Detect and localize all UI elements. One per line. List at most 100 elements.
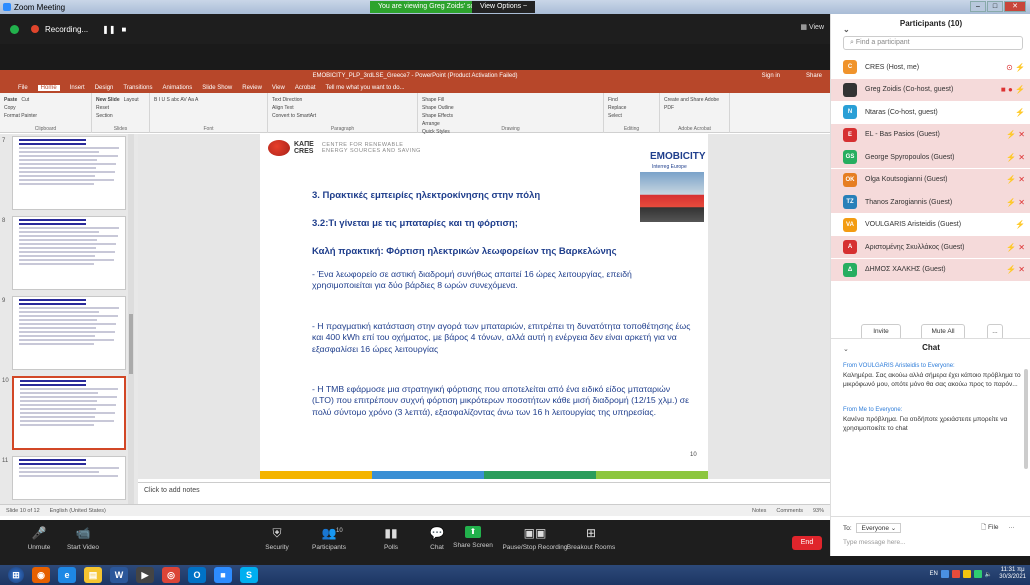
- share-link[interactable]: Share: [806, 70, 822, 82]
- slide-thumbnail[interactable]: [12, 456, 126, 500]
- language-indicator[interactable]: EN: [929, 571, 937, 577]
- ribbon-item[interactable]: Align Text: [272, 104, 413, 112]
- share-screen-button[interactable]: ⬆ Share Screen: [448, 526, 498, 549]
- unmute-button[interactable]: 🎤 Unmute: [14, 526, 64, 551]
- ppt-tab[interactable]: Acrobat: [295, 85, 316, 91]
- stop-icon[interactable]: ■: [122, 25, 127, 34]
- participant-row[interactable]: Δ ΔΗΜΟΣ ΧΑΛΚΗΣ (Guest) ⚡ ✕: [831, 258, 1030, 281]
- participant-status-icons[interactable]: ⚡ ✕: [1006, 153, 1025, 162]
- ppt-tab[interactable]: View: [272, 85, 285, 91]
- security-button[interactable]: ⛨ Security: [252, 526, 302, 551]
- view-options-button[interactable]: View Options ~: [472, 1, 536, 13]
- ppt-tab[interactable]: Tell me what you want to do...: [326, 85, 405, 91]
- ppt-tab[interactable]: File: [18, 85, 28, 91]
- polls-button[interactable]: ▮▮ Polls: [366, 526, 416, 551]
- close-icon[interactable]: ✕: [1004, 1, 1026, 12]
- word-icon[interactable]: W: [110, 567, 128, 583]
- end-meeting-button[interactable]: End: [792, 536, 822, 550]
- language-indicator[interactable]: English (United States): [50, 508, 106, 514]
- start-video-button[interactable]: 📹 Start Video: [58, 526, 108, 551]
- tray-icon[interactable]: [940, 570, 949, 578]
- ppt-tab[interactable]: Insert: [70, 85, 85, 91]
- firefox-icon[interactable]: ◉: [32, 567, 50, 583]
- more-icon[interactable]: ···: [1008, 524, 1015, 531]
- ribbon-item[interactable]: Convert to SmartArt: [272, 112, 413, 120]
- encryption-shield-icon[interactable]: [10, 24, 19, 34]
- tray-icon[interactable]: [973, 570, 982, 578]
- ribbon-item[interactable]: Reset: [96, 104, 145, 112]
- ribbon-big-button[interactable]: Paste: [4, 96, 17, 104]
- file-button[interactable]: 🗋 File ···: [981, 523, 1015, 534]
- ribbon-item[interactable]: Select: [608, 112, 655, 120]
- pause-stop-recording-button[interactable]: ▣▣ Pause/Stop Recording: [500, 526, 570, 551]
- breakout-rooms-button[interactable]: ⊞ Breakout Rooms: [566, 526, 616, 551]
- notes-pane[interactable]: Click to add notes: [138, 482, 830, 504]
- participant-row[interactable]: TZ Thanos Zarogiannis (Guest) ⚡ ✕: [831, 191, 1030, 213]
- ppt-tab[interactable]: Design: [95, 85, 114, 91]
- ribbon-item[interactable]: Text Direction: [272, 96, 413, 104]
- ie-icon[interactable]: e: [58, 567, 76, 583]
- participant-row[interactable]: A Αριστομένης Σκυλλάκος (Guest) ⚡ ✕: [831, 236, 1030, 258]
- ribbon-item[interactable]: Create and Share Adobe PDF: [664, 96, 725, 112]
- ribbon-item[interactable]: Format Painter: [4, 112, 87, 120]
- participant-row[interactable]: N Ntaras (Co-host, guest) ⚡: [831, 101, 1030, 123]
- participant-status-icons[interactable]: ■ ● ⚡: [1001, 85, 1025, 94]
- participant-row[interactable]: E EL - Bas Pasios (Guest) ⚡ ✕: [831, 123, 1030, 146]
- slide-thumbnail[interactable]: [12, 216, 126, 290]
- chrome-icon[interactable]: ◎: [162, 567, 180, 583]
- pause-icon[interactable]: ❚❚: [102, 25, 115, 34]
- minimize-icon[interactable]: –: [970, 1, 986, 12]
- outlook-icon[interactable]: O: [188, 567, 206, 583]
- participant-row[interactable]: C CRES (Host, me) ⊙ ⚡: [831, 56, 1030, 78]
- ribbon-item[interactable]: Shape Effects: [422, 112, 599, 120]
- skype-icon[interactable]: S: [240, 567, 258, 583]
- notes-button[interactable]: Notes: [752, 508, 766, 514]
- participant-status-icons[interactable]: ⚡ ✕: [1006, 265, 1025, 274]
- chat-message-input[interactable]: Type message here...: [843, 539, 906, 546]
- participant-status-icons[interactable]: ⚡ ✕: [1006, 130, 1025, 139]
- participant-status-icons[interactable]: ⚡: [1015, 220, 1025, 229]
- view-button[interactable]: ▦ View: [800, 23, 824, 31]
- ribbon-big-button[interactable]: New Slide: [96, 96, 120, 104]
- ribbon-item[interactable]: B I U S abc AV Aa A: [154, 96, 263, 104]
- ppt-tab[interactable]: Review: [242, 85, 262, 91]
- zoom-icon[interactable]: ■: [214, 567, 232, 583]
- ribbon-item[interactable]: Shape Outline: [422, 104, 599, 112]
- participant-row[interactable]: VA VOULGARIS Aristeidis (Guest) ⚡: [831, 214, 1030, 236]
- participant-status-icons[interactable]: ⊙ ⚡: [1006, 63, 1025, 72]
- ribbon-item[interactable]: Find: [608, 96, 655, 104]
- tray-icon[interactable]: [951, 570, 960, 578]
- thumbnails-scrollbar[interactable]: [128, 134, 134, 504]
- volume-icon[interactable]: 🔈: [985, 571, 992, 578]
- clock[interactable]: 11:31 πμ 30/3/2021: [999, 567, 1026, 581]
- ribbon-item[interactable]: Section: [96, 112, 145, 120]
- participant-status-icons[interactable]: ⚡: [1015, 108, 1025, 117]
- participant-status-icons[interactable]: ⚡ ✕: [1006, 175, 1025, 184]
- slide-canvas[interactable]: ΚΑΠΕ CRES CENTRE FOR RENEWABLE ENERGY SOUR…: [260, 134, 708, 479]
- slide-thumbnail[interactable]: [12, 296, 126, 370]
- zoom-level[interactable]: 93%: [813, 508, 824, 514]
- chat-scrollbar[interactable]: [1024, 369, 1028, 469]
- slide-thumbnail[interactable]: [12, 136, 126, 210]
- ppt-tab[interactable]: Animations: [163, 85, 193, 91]
- participants-button[interactable]: 👥 10 Participants: [304, 526, 354, 551]
- explorer-icon[interactable]: ▤: [84, 567, 102, 583]
- slide-thumbnail[interactable]: [12, 376, 126, 450]
- signin-link[interactable]: Sign in: [762, 70, 780, 82]
- participant-status-icons[interactable]: ⚡ ✕: [1006, 198, 1025, 207]
- participant-row[interactable]: GS George Spyropoulos (Guest) ⚡ ✕: [831, 146, 1030, 168]
- participant-row[interactable]: OK Olga Koutsogianni (Guest) ⚡ ✕: [831, 168, 1030, 191]
- participant-search-input[interactable]: ⌕ Find a participant: [843, 36, 1023, 50]
- ppt-tab[interactable]: Slide Show: [202, 85, 232, 91]
- tray-icon[interactable]: [962, 570, 971, 578]
- ppt-tab[interactable]: Home: [37, 84, 60, 91]
- ribbon-item[interactable]: Shape Fill: [422, 96, 599, 104]
- ppt-tab[interactable]: Transitions: [123, 85, 152, 91]
- participant-status-icons[interactable]: ⚡ ✕: [1006, 243, 1025, 252]
- recipient-select[interactable]: Everyone ⌄: [856, 523, 902, 533]
- comments-button[interactable]: Comments: [776, 508, 803, 514]
- maximize-icon[interactable]: □: [987, 1, 1003, 12]
- ribbon-item[interactable]: Replace: [608, 104, 655, 112]
- ribbon-item[interactable]: Copy: [4, 104, 87, 112]
- participant-row[interactable]: Greg Zoidis (Co-host, guest) ■ ● ⚡: [831, 78, 1030, 101]
